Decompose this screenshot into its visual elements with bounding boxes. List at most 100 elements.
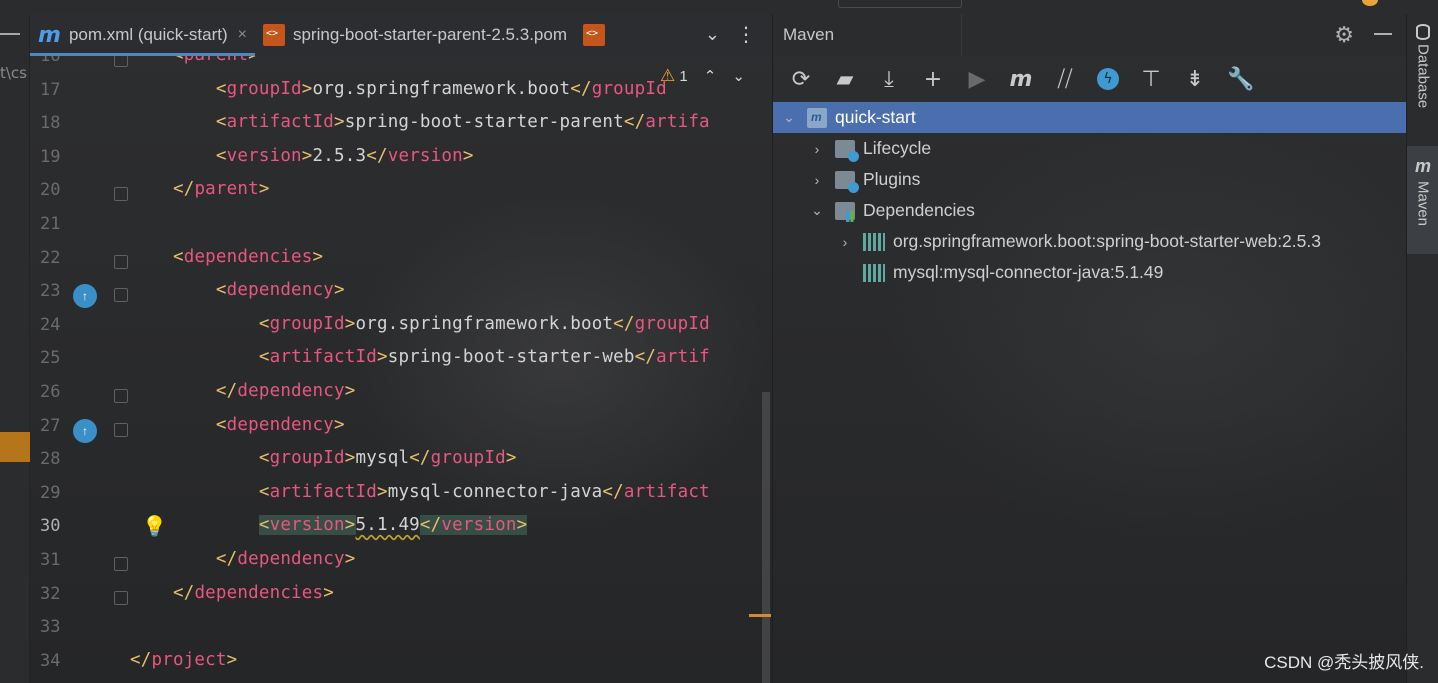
fold-marker-icon[interactable] xyxy=(114,187,128,202)
execute-goal-icon[interactable]: m xyxy=(1009,67,1033,92)
fold-marker-icon[interactable] xyxy=(114,422,128,437)
code-token: version xyxy=(226,145,302,166)
show-dependencies-icon[interactable]: ⊤ xyxy=(1139,67,1163,92)
maven-toolbar: ⟳ ▰ ⤓ + ▶ m ⧸⧸ ϟ ⊤ ⇟ 🔧 xyxy=(773,56,1406,102)
tree-item-label: quick-start xyxy=(835,107,916,127)
line-number: 34 xyxy=(40,650,61,671)
code-token: > xyxy=(376,347,388,368)
collapse-all-icon[interactable]: ⇟ xyxy=(1183,67,1207,92)
fold-marker-icon[interactable] xyxy=(114,254,128,269)
bookmark-marker xyxy=(0,432,30,462)
code-token: </ xyxy=(172,179,195,200)
tab-spring-boot-parent-pom[interactable]: spring-boot-starter-parent-2.5.3.pom xyxy=(255,14,575,56)
code-line: </dependency> xyxy=(130,549,355,583)
code-token: </ xyxy=(613,313,635,334)
maven-project-tree: ⌄ quick-start › Lifecycle › Plugins ⌄ Dependenc… xyxy=(773,102,1406,288)
gear-icon[interactable]: ⚙ xyxy=(1334,22,1354,48)
library-icon xyxy=(863,263,885,282)
generate-sources-icon[interactable]: ▰ xyxy=(833,67,857,92)
code-token: > xyxy=(301,78,313,99)
fold-marker-icon[interactable] xyxy=(114,288,128,303)
chevron-down-icon[interactable]: ⌄ xyxy=(809,202,825,219)
code-token: groupId xyxy=(430,448,506,469)
chevron-right-icon[interactable]: › xyxy=(837,234,853,250)
code-token: </ xyxy=(215,381,238,401)
tab-overflow[interactable] xyxy=(575,14,621,56)
code-token: > xyxy=(334,414,345,435)
code-line: </dependency> xyxy=(130,381,355,415)
code-token: < xyxy=(215,414,227,435)
dependency-gutter-icon[interactable]: ↑ xyxy=(73,418,97,443)
next-highlight-icon[interactable]: ⌄ xyxy=(732,67,745,85)
run-config-button[interactable] xyxy=(838,0,962,8)
menu-icon[interactable] xyxy=(0,33,20,35)
download-icon[interactable]: ⤓ xyxy=(877,67,901,92)
toggle-offline-icon[interactable]: ⧸⧸ xyxy=(1053,67,1077,92)
editor-scrollbar[interactable] xyxy=(762,392,770,683)
chevron-right-icon[interactable]: › xyxy=(809,172,825,188)
code-token: mysql-connector-java xyxy=(387,481,603,502)
code-editor[interactable]: ⚠ 1 ⌃ ⌄ 💡 16 <parent>17 <groupId>org.spr… xyxy=(30,45,772,683)
wrench-icon[interactable]: 🔧 xyxy=(1227,67,1254,92)
code-token: > xyxy=(344,448,356,469)
code-token: version xyxy=(387,145,463,166)
code-token: dependency xyxy=(237,381,345,401)
maven-header: Maven ⚙ xyxy=(773,14,1406,56)
inspection-widget[interactable]: ⚠ 1 ⌃ ⌄ xyxy=(660,66,745,86)
skip-tests-icon[interactable]: ϟ xyxy=(1097,68,1119,90)
tree-item[interactable]: › org.springframework.boot:spring-boot-st… xyxy=(773,226,1406,257)
code-token: > xyxy=(344,549,356,569)
scroll-warning-marker[interactable] xyxy=(749,614,771,617)
code-token: > xyxy=(376,481,388,502)
code-token: </ xyxy=(172,582,195,603)
close-icon[interactable]: × xyxy=(238,26,247,44)
chevron-right-icon[interactable]: › xyxy=(809,141,825,157)
tree-item[interactable]: › Plugins xyxy=(773,164,1406,195)
fold-marker-icon[interactable] xyxy=(114,590,128,605)
database-label: Database xyxy=(1414,44,1432,109)
code-token: </ xyxy=(419,515,442,536)
code-token: dependencies xyxy=(183,246,313,267)
maven-tool-button[interactable]: m Maven xyxy=(1407,146,1438,254)
tab-pom-xml[interactable]: m pom.xml (quick-start) × xyxy=(30,14,255,56)
minimize-icon[interactable] xyxy=(1374,33,1392,35)
dependency-gutter-icon[interactable]: ↑ xyxy=(73,284,97,309)
previous-highlight-icon[interactable]: ⌃ xyxy=(704,67,717,85)
config-folder-icon xyxy=(835,170,859,193)
code-token: dependency xyxy=(226,414,334,435)
tree-item[interactable]: ⌄ quick-start xyxy=(773,102,1406,133)
line-number: 28 xyxy=(40,449,61,470)
chevron-down-icon[interactable]: ⌄ xyxy=(705,24,720,45)
fold-marker-icon[interactable] xyxy=(114,389,128,403)
line-number: 17 xyxy=(40,79,61,100)
xml-file-icon xyxy=(262,24,285,46)
tree-item[interactable]: › Lifecycle xyxy=(773,133,1406,164)
code-token: groupId xyxy=(591,78,667,99)
chevron-down-icon[interactable]: ⌄ xyxy=(781,109,797,126)
line-number: 30 xyxy=(40,516,61,537)
tree-item[interactable]: mysql:mysql-connector-java:5.1.49 xyxy=(773,257,1406,288)
code-token: org.springframework.boot xyxy=(355,313,614,334)
code-token: < xyxy=(258,347,270,368)
left-tool-strip: t\cs xyxy=(0,0,30,683)
database-tool-button[interactable]: Database xyxy=(1407,14,1438,142)
reload-icon[interactable]: ⟳ xyxy=(789,67,813,92)
code-token: artifa xyxy=(645,112,710,133)
code-token: > xyxy=(344,313,356,334)
tab-label: spring-boot-starter-parent-2.5.3.pom xyxy=(292,25,567,44)
add-icon[interactable]: + xyxy=(921,67,945,92)
run-icon[interactable]: ▶ xyxy=(965,67,989,92)
notification-icon[interactable] xyxy=(1362,0,1378,6)
code-token: dependency xyxy=(237,549,345,569)
more-vert-icon[interactable]: ⋮ xyxy=(736,22,756,47)
fold-marker-icon[interactable] xyxy=(114,557,128,571)
code-line: <artifactId>spring-boot-starter-web</art… xyxy=(130,347,710,381)
code-line: <artifactId>spring-boot-starter-parent</… xyxy=(130,112,710,146)
tree-item[interactable]: ⌄ Dependencies xyxy=(773,195,1406,226)
code-token: > xyxy=(334,280,345,301)
